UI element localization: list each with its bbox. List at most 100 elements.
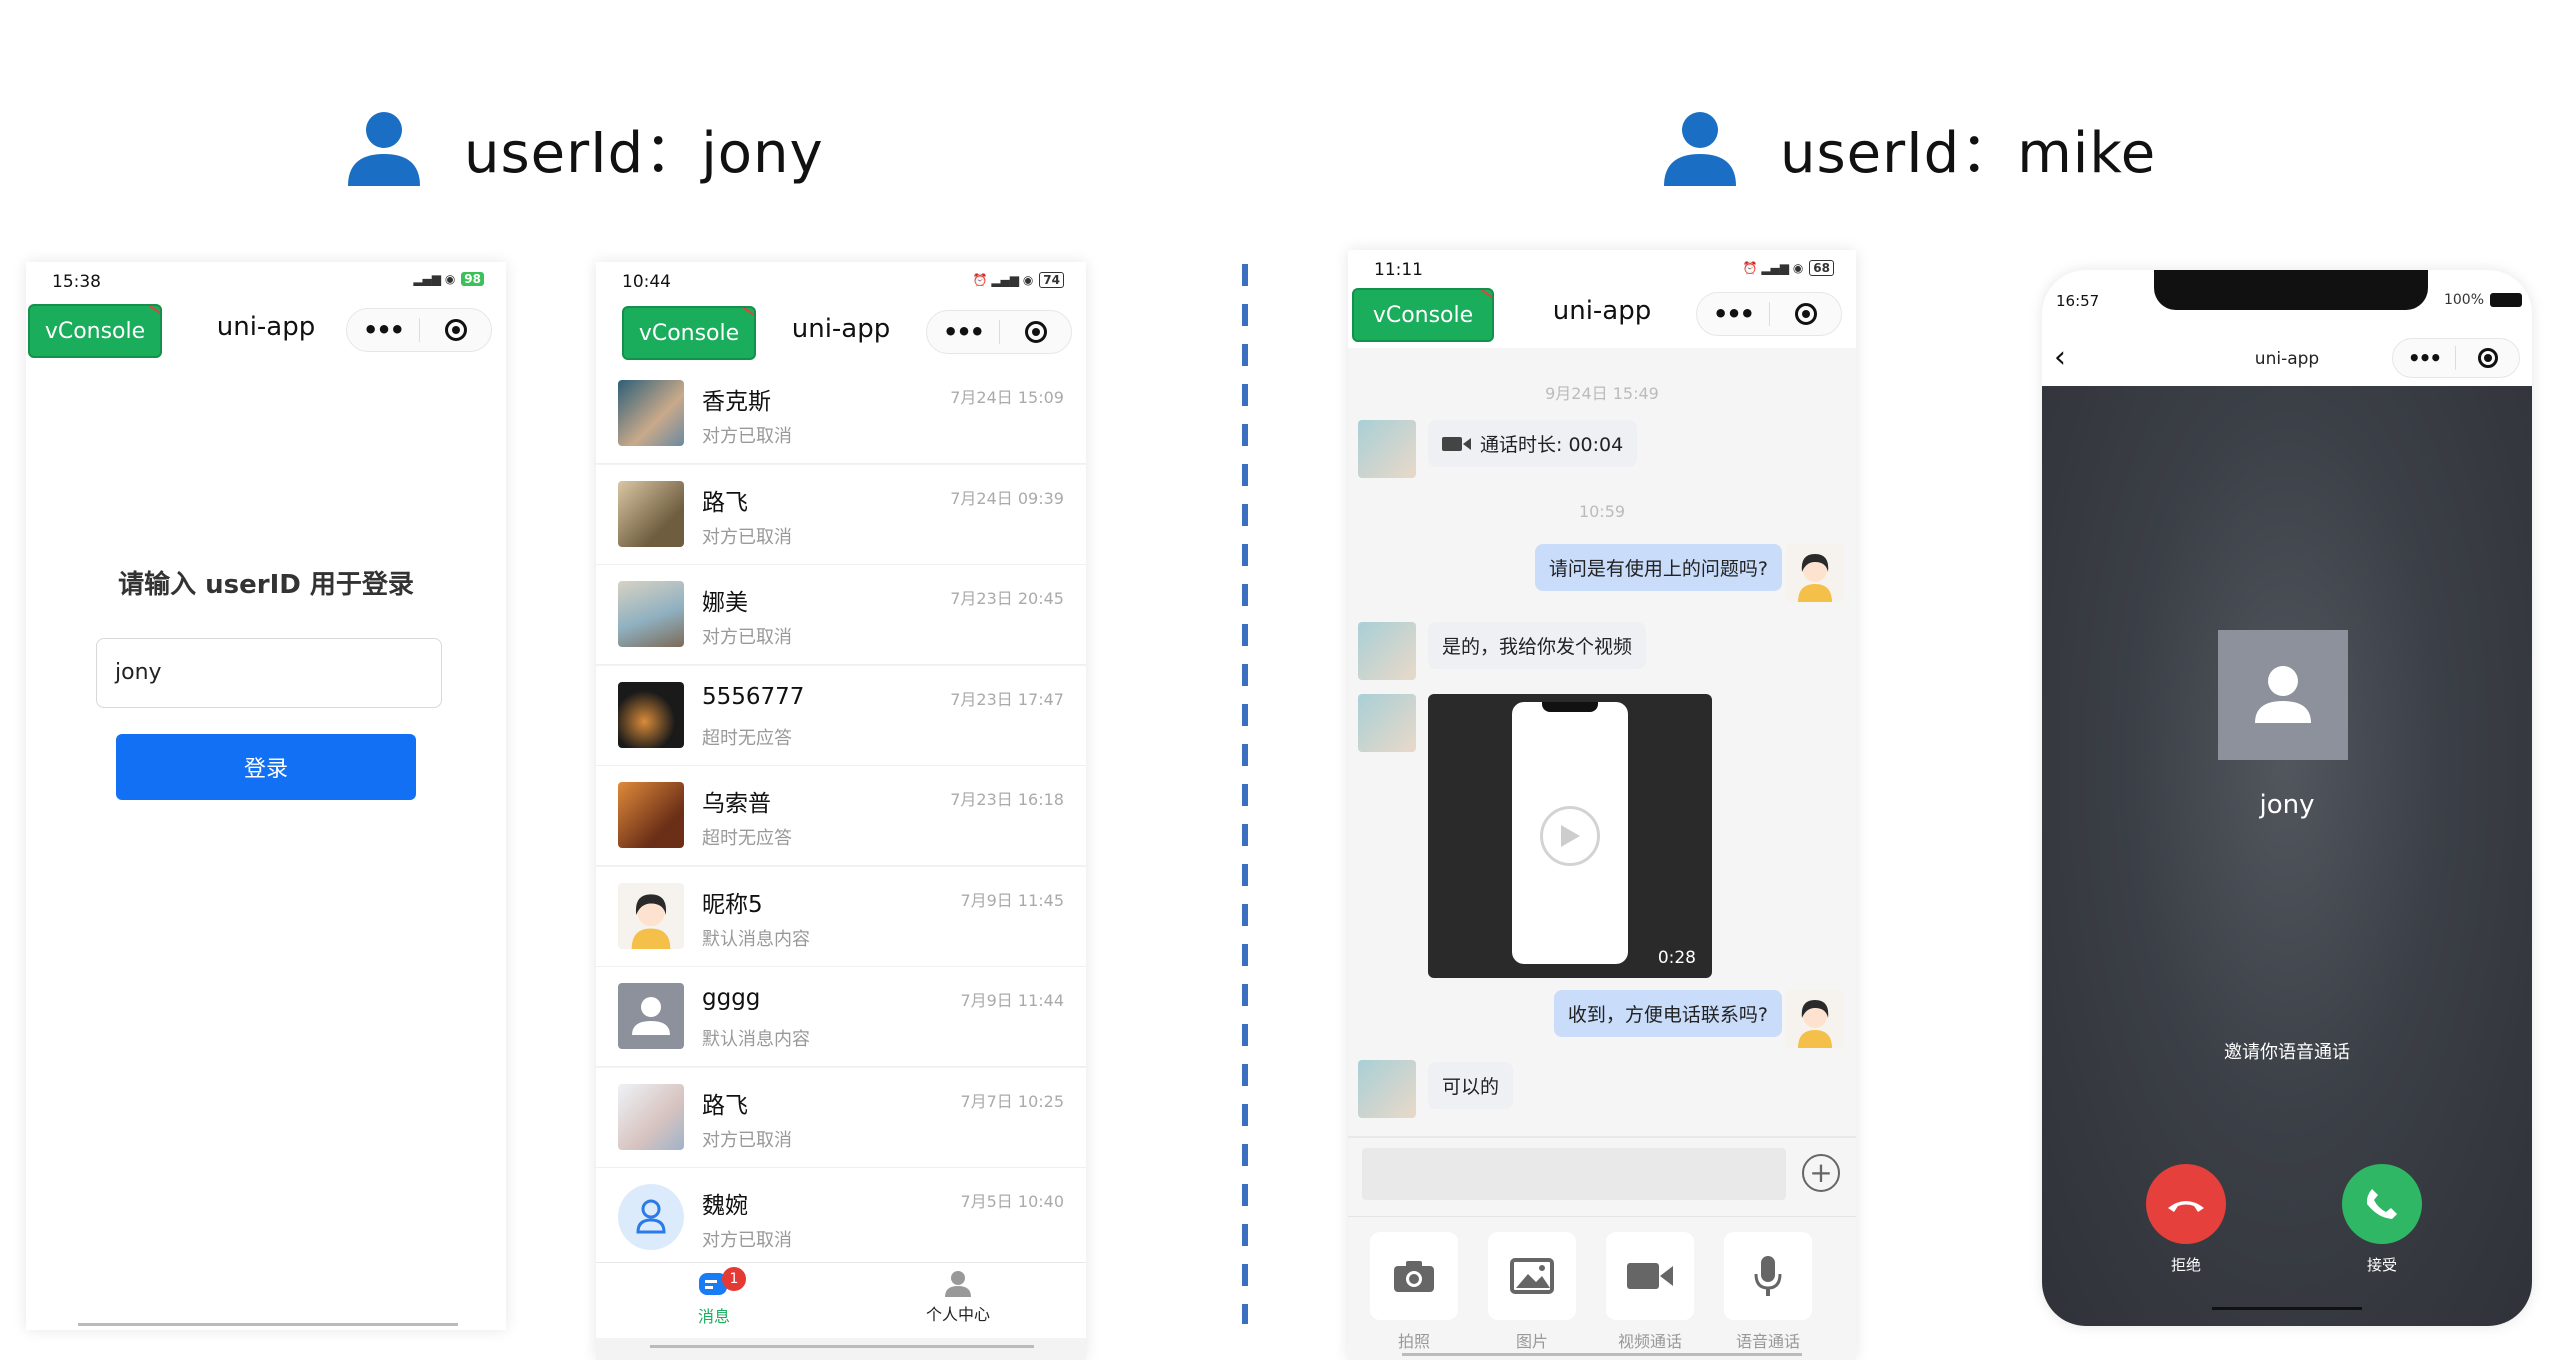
conversation-item[interactable]: 乌索普 超时无应答 7月23日 16:18: [596, 766, 1086, 866]
more-icon[interactable]: •••: [1697, 300, 1769, 328]
vconsole-button[interactable]: vConsole: [1352, 288, 1494, 342]
nav-title: uni-app: [2254, 349, 2320, 369]
conversation-message: 默认消息内容: [702, 928, 810, 950]
conversation-message: 默认消息内容: [702, 1029, 810, 1050]
call-record-bubble[interactable]: 通话时长: 00:04: [1428, 420, 1638, 467]
battery-level: 98: [461, 272, 484, 286]
caller-avatar: [2218, 630, 2348, 760]
more-icon[interactable]: •••: [2393, 346, 2455, 370]
person-icon: [945, 1271, 971, 1297]
video-icon: [1627, 1263, 1673, 1289]
status-bar: 16:57 100%: [2042, 270, 2532, 310]
header-label: userId：jony: [464, 120, 824, 186]
avatar: [618, 1184, 684, 1250]
avatar-other[interactable]: [1358, 622, 1416, 680]
conversation-item[interactable]: 娜美 对方已取消 7月23日 20:45: [596, 565, 1086, 665]
avatar-other[interactable]: [1358, 1060, 1416, 1118]
camera-button[interactable]: [1370, 1232, 1458, 1320]
home-indicator: [2212, 1307, 2362, 1310]
close-target-icon[interactable]: [1770, 303, 1841, 325]
video-message[interactable]: 0:28: [1428, 694, 1712, 978]
phone-icon: [2366, 1189, 2397, 1219]
voice-call-button[interactable]: [1724, 1232, 1812, 1320]
call-background: [2042, 386, 2532, 1326]
accept-button[interactable]: [2342, 1164, 2422, 1244]
message-bubble-other[interactable]: 可以的: [1428, 1062, 1514, 1109]
home-indicator: [78, 1323, 458, 1326]
image-button[interactable]: [1488, 1232, 1576, 1320]
conversation-item[interactable]: 路飞 对方已取消 7月24日 09:39: [596, 464, 1086, 565]
tool-label: 拍照: [1397, 1332, 1430, 1351]
conversation-name: 乌索普: [702, 791, 771, 817]
avatar-me[interactable]: [1786, 544, 1844, 602]
avatar-me[interactable]: [1786, 990, 1844, 1048]
plus-icon[interactable]: +: [1802, 1154, 1840, 1192]
video-call-icon: [1442, 436, 1471, 451]
mini-program-capsule: •••: [1696, 292, 1842, 336]
ribbon-decoration: [740, 308, 754, 325]
vconsole-button[interactable]: vConsole: [622, 306, 756, 360]
conversation-item[interactable]: 路飞 对方已取消 7月7日 10:25: [596, 1067, 1086, 1168]
user-icon: [1664, 112, 1736, 186]
conversation-message: 超时无应答: [702, 828, 792, 849]
vconsole-label: vConsole: [638, 320, 740, 346]
user-header-left: userId：jony: [344, 88, 824, 208]
toolbar-divider: [1348, 1216, 1856, 1217]
conversation-time: 7月24日 09:39: [950, 488, 1064, 508]
login-button[interactable]: 登录: [116, 734, 416, 800]
close-target-icon[interactable]: [420, 319, 491, 341]
status-time: 11:11: [1374, 260, 1423, 280]
avatar: [618, 681, 684, 748]
conversation-item[interactable]: 魏婉 对方已取消 7月5日 10:40: [596, 1168, 1086, 1268]
conversation-name: 路飞: [702, 1092, 748, 1119]
person-icon: [2255, 666, 2311, 723]
back-icon[interactable]: ‹: [2054, 340, 2066, 375]
divider-dashed: [1242, 264, 1248, 1324]
conversation-time: 7月5日 10:40: [960, 1192, 1064, 1211]
conversation-name: 路飞: [702, 489, 748, 516]
conversation-item[interactable]: 香克斯 对方已取消 7月24日 15:09: [596, 364, 1086, 464]
tab-label: 消息: [697, 1307, 730, 1326]
play-icon[interactable]: [1540, 806, 1600, 866]
avatar: [618, 581, 684, 647]
conversation-item[interactable]: 昵称5 默认消息内容 7月9日 11:45: [596, 866, 1086, 967]
vconsole-button[interactable]: vConsole: [28, 304, 162, 358]
avatar: [618, 1083, 684, 1150]
conversation-item[interactable]: gggg 默认消息内容 7月9日 11:44: [596, 967, 1086, 1067]
conversation-name: 香克斯: [702, 389, 771, 415]
ribbon-decoration: [1478, 290, 1492, 307]
conversation-message: 对方已取消: [702, 627, 792, 648]
message-bubble-other[interactable]: 是的，我给你发个视频: [1428, 622, 1647, 669]
image-icon: [1510, 1258, 1554, 1294]
more-icon[interactable]: •••: [927, 318, 999, 346]
avatar: [618, 882, 684, 949]
camera-icon: [1394, 1261, 1434, 1292]
mic-icon: [1754, 1256, 1782, 1296]
tab-profile[interactable]: 个人中心: [888, 1267, 1028, 1325]
status-icons: 100%: [2444, 292, 2522, 308]
more-icon[interactable]: •••: [347, 316, 419, 344]
userid-input[interactable]: jony: [96, 638, 442, 708]
timestamp: 9月24日 15:49: [1545, 384, 1659, 403]
nav-bar: ‹ uni-app •••: [2042, 332, 2532, 386]
phone-conversations: 10:44 ⏰ ▂▄▆ ◉ 74 vConsole uni-app ••• 香克…: [596, 262, 1086, 1360]
battery-level: 74: [1039, 272, 1064, 288]
message-bubble-me[interactable]: 请问是有使用上的问题吗?: [1534, 544, 1782, 591]
vconsole-label: vConsole: [1372, 302, 1474, 328]
tab-bar: 1 消息 个人中心: [596, 1262, 1086, 1338]
avatar-other[interactable]: [1358, 694, 1416, 752]
tab-messages[interactable]: 1 消息: [644, 1267, 784, 1327]
conversation-message: 对方已取消: [702, 426, 792, 447]
message-bubble-me[interactable]: 收到，方便电话联系吗?: [1553, 990, 1782, 1037]
video-call-button[interactable]: [1606, 1232, 1694, 1320]
hangup-icon: [2168, 1201, 2204, 1212]
status-icons: ⏰ ▂▄▆ ◉ 68: [1743, 260, 1834, 276]
conversation-name: 魏婉: [702, 1193, 748, 1219]
avatar-other[interactable]: [1358, 420, 1416, 478]
conversation-item[interactable]: 5556777 超时无应答 7月23日 17:47: [596, 665, 1086, 766]
message-input[interactable]: [1362, 1148, 1786, 1200]
close-target-icon[interactable]: [2456, 348, 2519, 368]
close-target-icon[interactable]: [1000, 321, 1071, 343]
nav-bar: vConsole uni-app •••: [26, 296, 506, 358]
decline-button[interactable]: [2146, 1164, 2226, 1244]
